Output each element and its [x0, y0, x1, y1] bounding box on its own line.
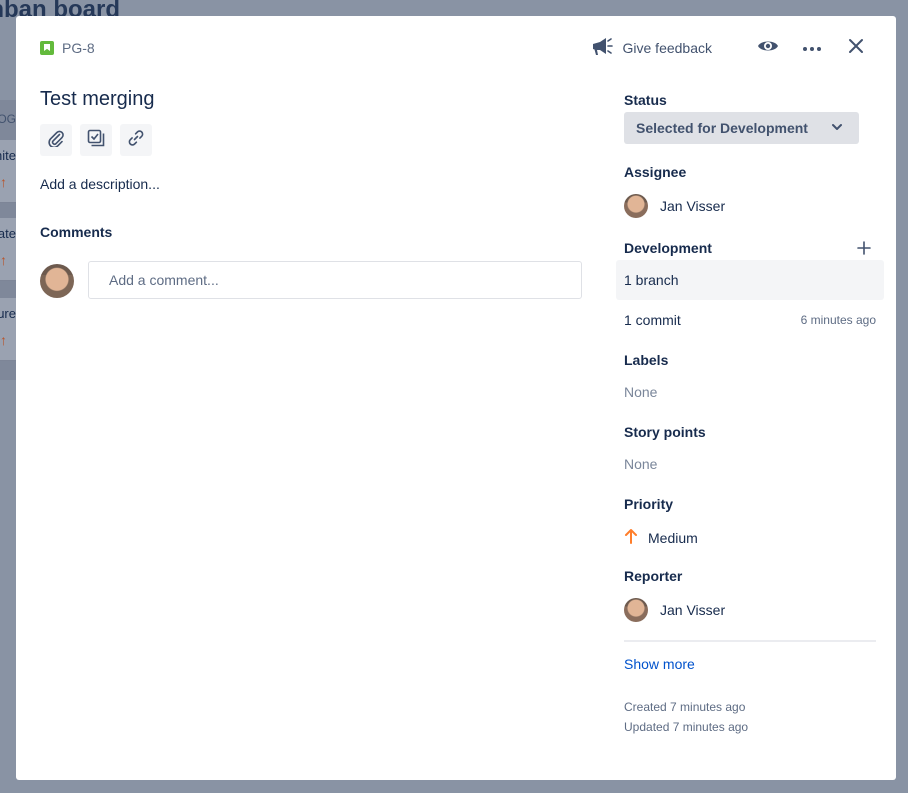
story-icon [40, 41, 54, 55]
commit-link[interactable]: 1 commit 6 minutes ago [624, 312, 876, 328]
story-points-value[interactable]: None [624, 456, 657, 472]
board-card-title: Create [0, 226, 16, 241]
issue-key-link[interactable]: PG-8 [40, 40, 95, 56]
link-icon [127, 129, 145, 152]
give-feedback-label: Give feedback [622, 40, 713, 56]
current-user-avatar [40, 264, 74, 298]
attachment-icon [47, 129, 65, 152]
more-actions-button[interactable] [796, 36, 828, 60]
status-label: Status [624, 92, 667, 108]
updated-timestamp: Updated 7 minutes ago [624, 720, 749, 734]
reporter-name: Jan Visser [660, 602, 726, 618]
branch-link[interactable]: 1 branch [616, 260, 884, 300]
status-dropdown[interactable]: Selected for Development [624, 112, 859, 144]
board-card-title: Unite [0, 148, 16, 163]
close-button[interactable] [840, 36, 872, 60]
board-card-title: Feature [0, 306, 16, 321]
issue-toolbar [40, 124, 152, 156]
priority-field[interactable]: Medium [624, 528, 698, 547]
priority-arrow-icon: ↑ [0, 174, 7, 190]
story-points-label: Story points [624, 424, 706, 440]
reporter-avatar [624, 598, 648, 622]
link-issue-button[interactable] [120, 124, 152, 156]
development-label: Development [624, 240, 712, 256]
issue-title[interactable]: Test merging [40, 88, 155, 111]
reporter-field[interactable]: Jan Visser [624, 598, 725, 622]
subtask-icon [87, 129, 105, 152]
close-icon [848, 38, 864, 59]
priority-value: Medium [648, 529, 698, 546]
give-feedback-button[interactable]: Give feedback [591, 36, 713, 60]
board-card: Create ↑ [0, 218, 16, 281]
commit-count: 1 commit [624, 312, 681, 328]
issue-detail-modal: PG-8 Give feedback Test merging Add a de… [16, 16, 896, 780]
priority-medium-icon [624, 528, 638, 547]
create-subtask-button[interactable] [80, 124, 112, 156]
comments-heading: Comments [40, 224, 113, 240]
created-timestamp: Created 7 minutes ago [624, 700, 746, 714]
add-development-icon[interactable] [856, 240, 872, 256]
priority-label: Priority [624, 496, 674, 512]
issue-key: PG-8 [62, 40, 95, 56]
labels-label: Labels [624, 352, 669, 368]
board-card: Unite ↑ [0, 140, 16, 203]
commit-time: 6 minutes ago [800, 313, 876, 327]
more-icon [802, 39, 822, 57]
priority-arrow-icon: ↑ [0, 332, 7, 348]
assignee-name: Jan Visser [660, 198, 726, 214]
priority-arrow-icon: ↑ [0, 252, 7, 268]
assignee-avatar [624, 194, 648, 218]
show-more-link[interactable]: Show more [624, 656, 695, 672]
sidebar-divider [624, 640, 876, 642]
attach-button[interactable] [40, 124, 72, 156]
backlog-column-label: BACKLOG [0, 112, 16, 126]
board-card: Feature ↑ [0, 298, 16, 361]
description-placeholder[interactable]: Add a description... [40, 176, 160, 192]
reporter-label: Reporter [624, 568, 683, 584]
comment-input[interactable]: Add a comment... [88, 261, 582, 299]
status-value: Selected for Development [636, 120, 808, 136]
watch-button[interactable] [752, 36, 784, 60]
labels-value[interactable]: None [624, 384, 657, 400]
assignee-label: Assignee [624, 164, 687, 180]
watch-eye-icon [757, 38, 779, 59]
megaphone-icon [591, 37, 613, 60]
chevron-down-icon [831, 120, 843, 137]
modal-header-actions: Give feedback [591, 36, 873, 60]
assignee-field[interactable]: Jan Visser [624, 194, 725, 218]
